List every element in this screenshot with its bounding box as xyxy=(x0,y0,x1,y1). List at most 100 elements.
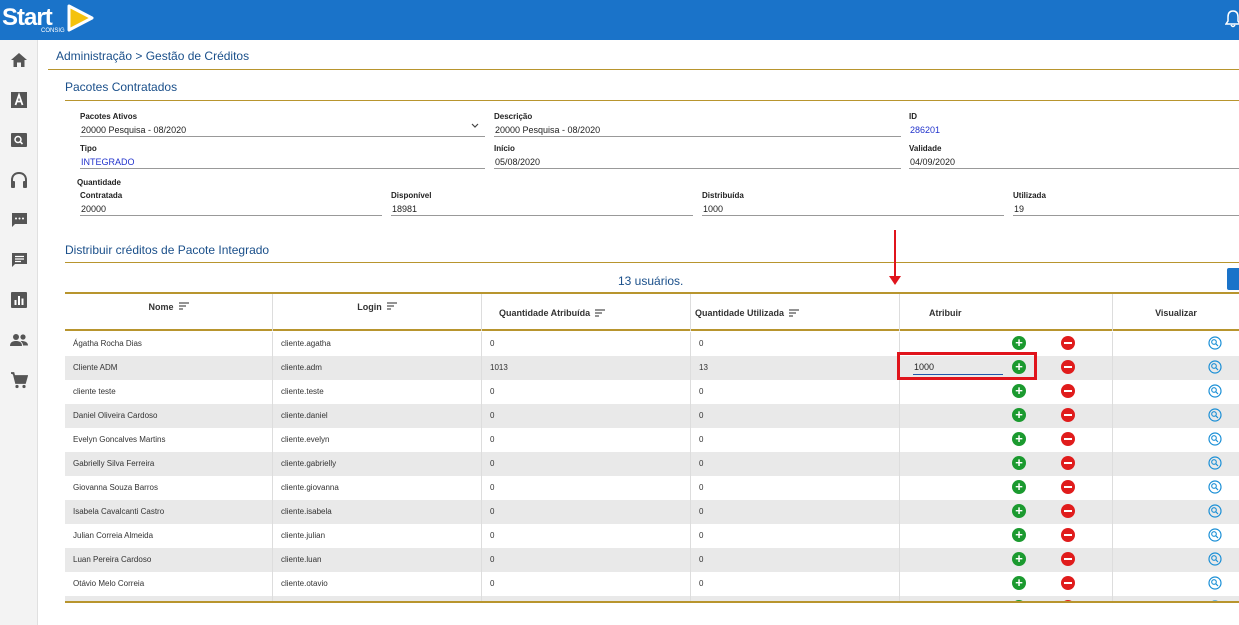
utilizada-field[interactable]: Utilizada 19 xyxy=(1013,191,1239,216)
cart-icon[interactable] xyxy=(9,370,29,390)
pacotes-ativos-select[interactable]: Pacotes Ativos 20000 Pesquisa - 08/2020 xyxy=(80,112,485,137)
add-credit-icon[interactable]: + xyxy=(1012,336,1026,350)
message-icon[interactable] xyxy=(9,250,29,270)
add-credit-icon[interactable]: + xyxy=(1012,456,1026,470)
remove-credit-icon[interactable] xyxy=(1061,360,1075,374)
divider xyxy=(48,69,1239,70)
table-header: Nome Login Quantidade Atribuída Quantida… xyxy=(65,294,1239,331)
headset-icon[interactable] xyxy=(9,170,29,190)
chat-icon[interactable] xyxy=(9,210,29,230)
tipo-field[interactable]: Tipo INTEGRADO xyxy=(80,144,485,169)
column-header-qtd-utilizada[interactable]: Quantidade Utilizada xyxy=(691,294,900,331)
table-row: Luan Pereira Cardoso cliente.luan 0 0 + xyxy=(65,548,1239,572)
add-credit-icon[interactable]: + xyxy=(1012,552,1026,566)
breadcrumb[interactable]: Administração > Gestão de Créditos xyxy=(56,49,249,63)
chevron-down-icon xyxy=(471,123,479,128)
table-row: Ágatha Rocha Dias cliente.agatha 0 0 + xyxy=(65,332,1239,356)
view-details-icon[interactable] xyxy=(1208,504,1222,518)
column-header-visualizar: Visualizar xyxy=(1113,294,1239,331)
cell-qtd-utilizada: 0 xyxy=(691,380,900,404)
cell-atribuir xyxy=(900,452,1113,476)
add-credit-icon[interactable]: + xyxy=(1012,504,1026,518)
view-details-icon[interactable] xyxy=(1208,456,1222,470)
cell-nome: Evelyn Goncalves Martins xyxy=(65,428,273,452)
remove-credit-icon[interactable] xyxy=(1061,528,1075,542)
remove-credit-icon[interactable] xyxy=(1061,408,1075,422)
main-content: Administração > Gestão de Créditos Pacot… xyxy=(48,40,1239,625)
view-details-icon[interactable] xyxy=(1208,528,1222,542)
view-details-icon[interactable] xyxy=(1208,360,1222,374)
cell-qtd-atribuida: 0 xyxy=(482,404,691,428)
disponivel-field[interactable]: Disponível 18981 xyxy=(391,191,693,216)
remove-credit-icon[interactable] xyxy=(1061,576,1075,590)
column-header-nome[interactable]: Nome xyxy=(65,294,273,331)
cell-login: cliente.daniel xyxy=(273,404,482,428)
sort-icon[interactable] xyxy=(789,308,800,317)
view-details-icon[interactable] xyxy=(1208,552,1222,566)
add-credit-icon[interactable]: + xyxy=(1012,432,1026,446)
field-label: Validade xyxy=(909,144,942,153)
cell-atribuir xyxy=(900,380,1113,404)
add-credit-icon[interactable]: + xyxy=(1012,480,1026,494)
view-details-icon[interactable] xyxy=(1208,384,1222,398)
field-label: Início xyxy=(494,144,515,153)
remove-credit-icon[interactable] xyxy=(1061,504,1075,518)
cell-qtd-atribuida: 0 xyxy=(482,548,691,572)
home-icon[interactable] xyxy=(9,50,29,70)
field-label: Disponível xyxy=(391,191,432,200)
id-field[interactable]: ID 286201 xyxy=(909,112,1239,137)
add-credit-icon[interactable]: + xyxy=(1012,408,1026,422)
cell-atribuir xyxy=(900,476,1113,500)
header-label: Visualizar xyxy=(1155,307,1197,318)
field-value: 19 xyxy=(1013,201,1239,216)
column-header-login[interactable]: Login xyxy=(273,294,482,331)
column-header-qtd-atribuida[interactable]: Quantidade Atribuída xyxy=(482,294,691,331)
remove-credit-icon[interactable] xyxy=(1061,384,1075,398)
cell-qtd-utilizada: 0 xyxy=(691,332,900,356)
remove-credit-icon[interactable] xyxy=(1061,552,1075,566)
sort-icon[interactable] xyxy=(595,308,606,317)
cell-qtd-utilizada: 0 xyxy=(691,548,900,572)
remove-credit-icon[interactable] xyxy=(1061,480,1075,494)
view-details-icon[interactable] xyxy=(1208,408,1222,422)
action-button[interactable] xyxy=(1227,268,1239,290)
field-value: 20000 Pesquisa - 08/2020 xyxy=(80,122,485,137)
inicio-field[interactable]: Início 05/08/2020 xyxy=(494,144,901,169)
view-details-icon[interactable] xyxy=(1208,600,1222,603)
chart-icon[interactable] xyxy=(9,290,29,310)
descricao-field[interactable]: Descrição 20000 Pesquisa - 08/2020 xyxy=(494,112,901,137)
view-details-icon[interactable] xyxy=(1208,336,1222,350)
cell-atribuir xyxy=(900,548,1113,572)
font-icon[interactable] xyxy=(9,90,29,110)
cell-nome: Otávio Melo Correia xyxy=(65,572,273,596)
add-credit-icon[interactable]: + xyxy=(1012,528,1026,542)
distribuida-field[interactable]: Distribuída 1000 xyxy=(702,191,1004,216)
annotation-highlight-box xyxy=(897,352,1037,380)
view-details-icon[interactable] xyxy=(1208,480,1222,494)
view-details-icon[interactable] xyxy=(1208,576,1222,590)
field-value: 20000 xyxy=(80,201,382,216)
sort-icon[interactable] xyxy=(386,302,397,310)
cell-atribuir xyxy=(900,500,1113,524)
app-logo[interactable]: Start CONSIG xyxy=(2,2,102,38)
bell-icon[interactable] xyxy=(1225,10,1239,28)
contratada-field[interactable]: Contratada 20000 xyxy=(80,191,382,216)
view-details-icon[interactable] xyxy=(1208,432,1222,446)
add-credit-icon[interactable]: + xyxy=(1012,384,1026,398)
top-bar: Start CONSIG xyxy=(0,0,1239,40)
add-credit-icon[interactable]: + xyxy=(1012,576,1026,590)
remove-credit-icon[interactable] xyxy=(1061,456,1075,470)
cell-qtd-atribuida: 0 xyxy=(482,452,691,476)
cell-nome: Cliente ADM xyxy=(65,356,273,380)
users-icon[interactable] xyxy=(9,330,29,350)
search-icon[interactable] xyxy=(9,130,29,150)
users-count: 13 usuários. xyxy=(618,274,684,288)
header-label: Login xyxy=(357,302,382,312)
sort-icon[interactable] xyxy=(178,302,189,310)
cell-qtd-utilizada: 0 xyxy=(691,572,900,596)
remove-credit-icon[interactable] xyxy=(1061,336,1075,350)
validade-field[interactable]: Validade 04/09/2020 xyxy=(909,144,1239,169)
remove-credit-icon[interactable] xyxy=(1061,432,1075,446)
field-label: ID xyxy=(909,112,917,121)
cell-nome: Giovanna Souza Barros xyxy=(65,476,273,500)
